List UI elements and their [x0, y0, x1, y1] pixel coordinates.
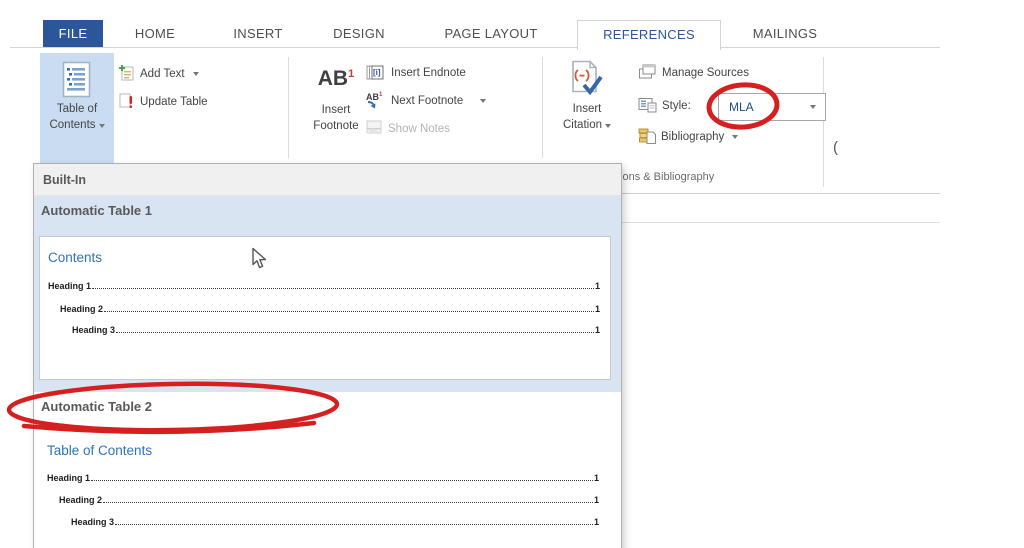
insert-citation-icon: [570, 60, 604, 97]
gallery-item-automatic-table-2[interactable]: Automatic Table 2: [34, 392, 621, 414]
partial-next-group-glyph: (: [833, 139, 838, 156]
next-footnote-icon: AB1: [366, 93, 386, 109]
insert-citation-label-line1: Insert: [573, 101, 602, 117]
update-table-icon: [118, 92, 135, 112]
show-notes-button[interactable]: Show Notes: [366, 118, 450, 140]
insert-citation-label-line2: Citation: [563, 117, 611, 133]
citations-group-label: tions & Bibliography: [617, 171, 714, 183]
add-text-button[interactable]: Add Text: [118, 63, 199, 85]
style-select-value: MLA: [729, 100, 807, 114]
chevron-down-icon: [732, 135, 738, 139]
toc-entry: Heading 31: [71, 517, 599, 527]
style-label: Style:: [662, 100, 691, 112]
insert-citation-button[interactable]: Insert Citation: [548, 60, 626, 133]
toc-entry: Heading 11: [48, 281, 600, 291]
builtin-section-header: Built-In: [34, 164, 621, 196]
toc-button-label-line1: Table of: [57, 101, 97, 117]
insert-footnote-label-line1: Insert: [322, 102, 351, 118]
chevron-down-icon: [193, 72, 199, 76]
chevron-down-icon[interactable]: [810, 105, 816, 109]
ribbon-bottom-edge: [620, 193, 940, 194]
chevron-down-icon: [480, 99, 486, 103]
tab-home[interactable]: HOME: [112, 20, 198, 47]
toc-preview-title: Contents: [48, 250, 102, 265]
toc-button-label-line2: Contents: [49, 117, 104, 133]
toc-entry: Heading 21: [60, 304, 600, 314]
toc-entry: Heading 11: [47, 473, 599, 483]
insert-endnote-label: Insert Endnote: [391, 67, 466, 79]
toc-dropdown-panel: Built-In Automatic Table 1 Contents Head…: [33, 163, 622, 548]
tab-design[interactable]: DESIGN: [312, 20, 406, 47]
gallery-item-label: Automatic Table 2: [34, 392, 621, 414]
toc-entry: Heading 21: [59, 495, 599, 505]
footnote-ab-icon: AB1: [318, 62, 354, 91]
toc-entry: Heading 31: [72, 325, 600, 335]
word-references-ribbon-screen: FILE HOME INSERT DESIGN PAGE LAYOUT REFE…: [0, 0, 1024, 548]
manage-sources-label: Manage Sources: [662, 67, 749, 79]
group-divider: [823, 57, 824, 187]
style-label-row: Style:: [638, 95, 691, 117]
update-table-button[interactable]: Update Table: [118, 91, 208, 113]
style-select[interactable]: MLA: [718, 93, 826, 121]
bibliography-label: Bibliography: [661, 131, 724, 143]
manage-sources-icon: [638, 63, 657, 83]
tab-mailings[interactable]: MAILINGS: [725, 20, 845, 47]
bibliography-icon: [638, 127, 656, 147]
group-divider: [288, 57, 289, 158]
manage-sources-button[interactable]: Manage Sources: [638, 62, 749, 84]
insert-footnote-label-line2: Footnote: [313, 118, 358, 134]
add-text-label: Add Text: [140, 68, 185, 80]
insert-endnote-button[interactable]: [i] Insert Endnote: [366, 62, 466, 84]
document-top-edge: [620, 222, 940, 223]
bibliography-button[interactable]: Bibliography: [638, 126, 738, 148]
next-footnote-label: Next Footnote: [391, 95, 463, 107]
table-of-contents-button[interactable]: Table of Contents: [40, 53, 114, 163]
table-of-contents-icon: [62, 61, 92, 101]
toc-preview-title: Table of Contents: [47, 443, 152, 458]
add-text-icon: [118, 64, 135, 84]
show-notes-icon: [366, 120, 383, 138]
group-divider: [542, 57, 543, 158]
tab-insert[interactable]: INSERT: [212, 20, 304, 47]
toc-preview-2[interactable]: Table of Contents Heading 11 Heading 21 …: [39, 430, 609, 548]
toc-preview-1: Contents Heading 11 Heading 21 Heading 3…: [39, 236, 611, 380]
gallery-item-automatic-table-1[interactable]: Automatic Table 1 Contents Heading 11 He…: [34, 196, 621, 392]
style-icon: [638, 97, 657, 116]
tab-page-layout[interactable]: PAGE LAYOUT: [415, 20, 567, 47]
update-table-label: Update Table: [140, 96, 208, 108]
next-footnote-button[interactable]: AB1 Next Footnote: [366, 90, 486, 112]
show-notes-label: Show Notes: [388, 123, 450, 135]
gallery-item-label: Automatic Table 1: [34, 196, 621, 218]
chevron-down-icon: [605, 124, 611, 128]
insert-footnote-button[interactable]: AB1 Insert Footnote: [295, 62, 377, 134]
tab-file[interactable]: FILE: [43, 20, 103, 47]
chevron-down-icon: [99, 124, 105, 128]
insert-endnote-icon: [i]: [366, 65, 386, 81]
tab-references[interactable]: REFERENCES: [577, 20, 721, 50]
tabbar-underline: [10, 47, 940, 48]
